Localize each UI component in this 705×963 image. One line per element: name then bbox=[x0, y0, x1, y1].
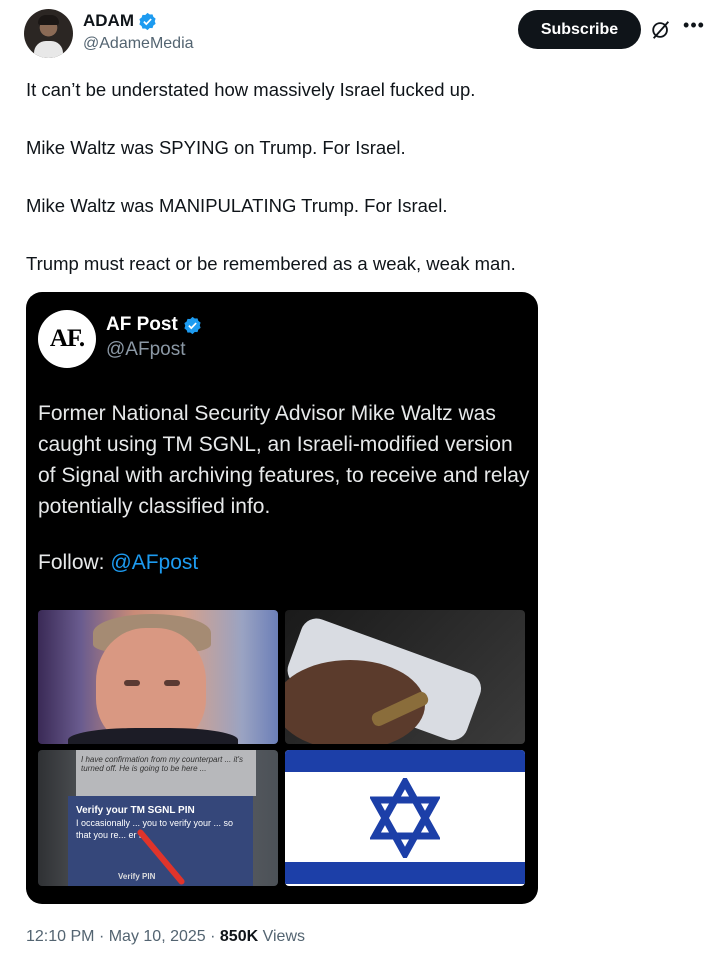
af-post-name: AF Post bbox=[106, 314, 178, 335]
tweet-header: ADAM @AdameMedia Subscribe ••• bbox=[24, 9, 704, 59]
tweet-meta: 12:10 PM · May 10, 2025 · 850K Views bbox=[26, 928, 305, 946]
portrait-eye bbox=[164, 680, 180, 686]
tweet-date[interactable]: May 10, 2025 bbox=[109, 928, 206, 945]
flag-stripe-bottom bbox=[285, 862, 525, 884]
af-follow-line: Follow: @AFpost bbox=[38, 551, 198, 575]
photo-collage: I have confirmation from my counterpart … bbox=[38, 610, 525, 886]
phone-photo bbox=[285, 610, 525, 744]
af-follow-link: @AFpost bbox=[110, 551, 199, 574]
af-post-body: Former National Security Advisor Mike Wa… bbox=[38, 402, 530, 518]
meta-separator: · bbox=[210, 928, 216, 945]
tweet-time[interactable]: 12:10 PM bbox=[26, 928, 94, 945]
tweet-text: It can’t be understated how massively Is… bbox=[26, 78, 666, 310]
author-handle[interactable]: @AdameMedia bbox=[83, 35, 194, 53]
tweet-paragraph: It can’t be understated how massively Is… bbox=[26, 79, 476, 100]
grok-icon[interactable] bbox=[650, 19, 672, 41]
star-of-david-icon bbox=[370, 778, 440, 858]
more-options-icon[interactable]: ••• bbox=[683, 16, 705, 39]
portrait-face bbox=[96, 628, 206, 744]
views-label: Views bbox=[262, 928, 305, 945]
af-post-avatar: AF. bbox=[38, 310, 96, 368]
screen-title: Verify your TM SGNL PIN bbox=[76, 805, 195, 816]
af-follow-label: Follow: bbox=[38, 551, 105, 574]
avatar-hair bbox=[38, 15, 59, 25]
af-verified-badge-icon bbox=[184, 316, 201, 334]
screen-body: I occasionally ... you to verify your ..… bbox=[76, 818, 234, 840]
author-display-name[interactable]: ADAM bbox=[83, 11, 134, 31]
avatar-shirt bbox=[34, 41, 63, 58]
flag-stripe-top bbox=[285, 750, 525, 772]
tweet-paragraph: Trump must react or be remembered as a w… bbox=[26, 253, 516, 274]
meta-separator: · bbox=[98, 928, 105, 945]
af-post-handle: @AFpost bbox=[106, 339, 186, 360]
af-name-row: AF Post bbox=[106, 314, 202, 336]
author-avatar[interactable] bbox=[24, 9, 73, 58]
portrait-photo bbox=[38, 610, 278, 744]
portrait-eye bbox=[124, 680, 140, 686]
tweet-paragraph: Mike Waltz was MANIPULATING Trump. For I… bbox=[26, 195, 448, 216]
screen-note-text: I have confirmation from my counterpart … bbox=[76, 750, 256, 796]
views-count: 850K bbox=[219, 928, 259, 945]
author-info: ADAM @AdameMedia bbox=[83, 11, 194, 53]
phone-screen: Verify your TM SGNL PIN I occasionally .… bbox=[68, 796, 253, 886]
screen-verify-button: Verify PIN bbox=[118, 872, 156, 881]
verified-badge-icon bbox=[139, 12, 156, 30]
embedded-image[interactable]: AF. AF Post @AFpost Former National Secu… bbox=[26, 292, 538, 904]
israel-flag-image bbox=[285, 750, 525, 886]
author-name-row: ADAM bbox=[83, 11, 194, 31]
screen-closeup-photo: I have confirmation from my counterpart … bbox=[38, 750, 278, 886]
tweet-paragraph: Mike Waltz was SPYING on Trump. For Isra… bbox=[26, 137, 406, 158]
portrait-suit bbox=[68, 728, 238, 744]
subscribe-button[interactable]: Subscribe bbox=[518, 10, 641, 49]
